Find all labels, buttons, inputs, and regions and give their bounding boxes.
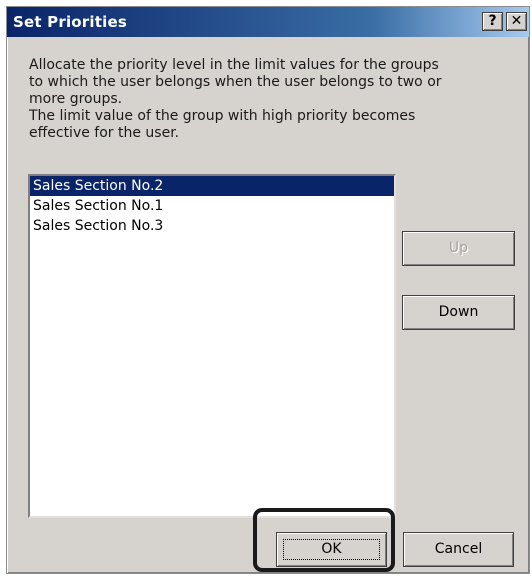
- cancel-button[interactable]: Cancel: [403, 532, 514, 567]
- dialog-title: Set Priorities: [13, 13, 127, 31]
- up-button-label: Up: [448, 240, 469, 256]
- description-line: to which the user belongs when the user …: [29, 74, 442, 90]
- group-priority-list[interactable]: Sales Section No.2 Sales Section No.1 Sa…: [28, 174, 396, 518]
- up-button[interactable]: Up: [402, 231, 515, 266]
- description-line: Allocate the priority level in the limit…: [29, 57, 439, 73]
- close-button[interactable]: ✕: [506, 12, 527, 31]
- description-line: more groups.: [29, 91, 123, 107]
- description-line: effective for the user.: [29, 125, 180, 141]
- set-priorities-dialog: Set Priorities ? ✕ Allocate the priority…: [6, 6, 530, 574]
- focus-rectangle: [283, 539, 380, 560]
- close-icon: ✕: [510, 13, 523, 29]
- help-button[interactable]: ?: [482, 12, 503, 31]
- title-bar: Set Priorities ? ✕: [7, 7, 529, 37]
- list-item-sales-section-2[interactable]: Sales Section No.2: [30, 176, 394, 196]
- down-button[interactable]: Down: [402, 295, 515, 330]
- down-button-label: Down: [438, 304, 479, 320]
- ok-button[interactable]: OK: [276, 532, 387, 567]
- description-text: Allocate the priority level in the limit…: [29, 57, 499, 142]
- list-item-sales-section-1[interactable]: Sales Section No.1: [30, 196, 394, 216]
- help-icon: ?: [488, 13, 497, 29]
- description-line: The limit value of the group with high p…: [29, 108, 416, 124]
- cancel-button-label: Cancel: [434, 541, 483, 557]
- list-item-sales-section-3[interactable]: Sales Section No.3: [30, 216, 394, 236]
